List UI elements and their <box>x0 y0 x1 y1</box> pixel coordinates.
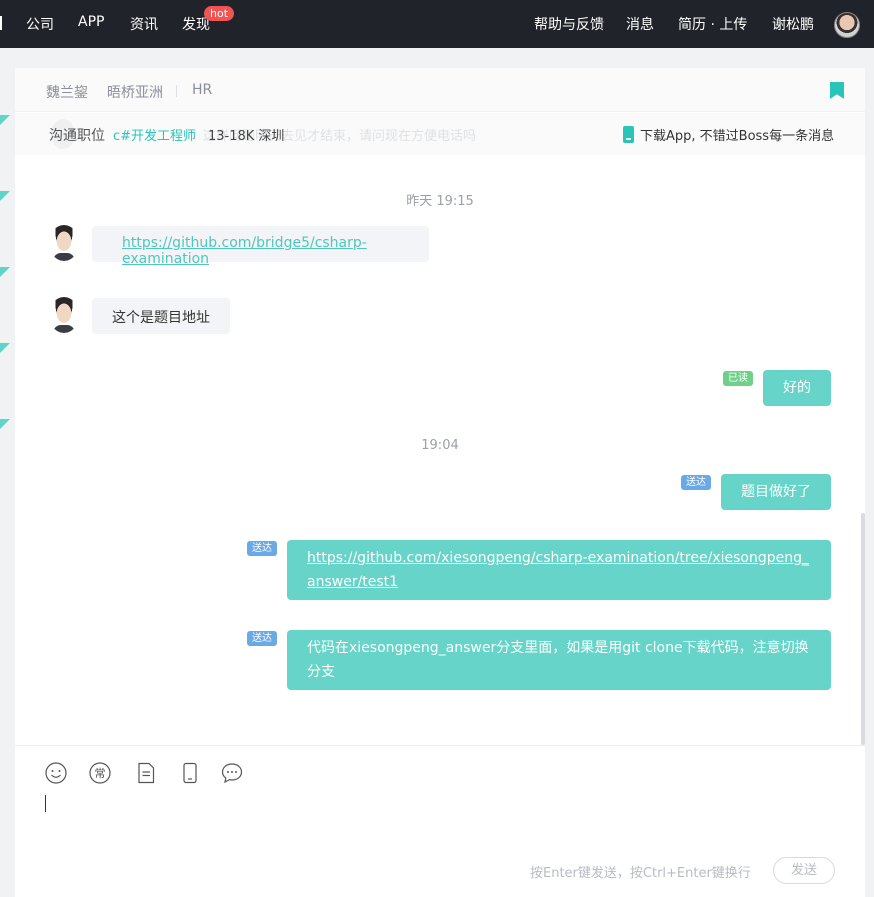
contact-avatar <box>49 225 79 261</box>
contact-role: HR <box>192 82 213 98</box>
nav-help-feedback[interactable]: 帮助与反馈 <box>534 14 604 34</box>
message-link[interactable]: https://github.com/xiesongpeng/csharp-ex… <box>307 550 809 590</box>
read-status-badge: 已读 <box>723 371 753 386</box>
nav-company[interactable]: 公司 <box>26 14 54 34</box>
conversation-list-strip <box>0 48 15 897</box>
message-text: 好的 <box>783 380 811 396</box>
chat-bubble-icon[interactable] <box>221 762 243 784</box>
message-bubble-out: 代码在xiesongpeng_answer分支里面，如果是用git clone下… <box>287 630 831 690</box>
composer-hint: 按Enter键发送，按Ctrl+Enter键换行 <box>530 866 751 881</box>
exchange-phone-icon[interactable] <box>179 762 201 784</box>
list-item-marker[interactable] <box>0 191 10 201</box>
job-salary-city: 13-18K 深圳 <box>208 129 285 144</box>
message-bubble-in: https://github.com/bridge5/csharp-examin… <box>92 226 429 267</box>
nav-news[interactable]: 资讯 <box>130 14 158 34</box>
nav-messages[interactable]: 消息 <box>626 14 654 34</box>
list-item-marker[interactable] <box>0 343 10 353</box>
message-text: 这个是题目地址 <box>112 310 210 326</box>
job-position-link[interactable]: c#开发工程师 <box>113 125 196 144</box>
message-bubble-out: https://github.com/xiesongpeng/csharp-ex… <box>287 540 831 600</box>
contact-company: 晤桥亚洲 <box>107 85 163 101</box>
common-phrases-icon[interactable]: 常 <box>89 762 111 784</box>
message-bubble-in: 这个是题目地址 <box>92 298 230 334</box>
header-divider <box>176 85 177 97</box>
message-time: 19:04 <box>421 438 459 453</box>
list-item-marker[interactable] <box>0 419 10 429</box>
message-composer: 常 按Enter键发送，按Ctrl+Enter键换行 发送 <box>15 745 865 897</box>
job-label: 沟通职位 <box>49 128 105 144</box>
hot-badge: hot <box>204 6 235 21</box>
user-avatar[interactable] <box>834 12 860 38</box>
message-text: 题目做好了 <box>741 484 811 500</box>
nav-username[interactable]: 谢松鹏 <box>772 14 814 34</box>
list-item-marker[interactable] <box>0 115 10 125</box>
message-bubble-out: 好的 <box>763 370 831 406</box>
nav-edge-fragment <box>0 16 2 30</box>
job-info-bar: 这样问题明天去见才结束，请问现在方便电话吗 沟通职位 c#开发工程师 13-18… <box>15 113 865 155</box>
top-navbar: 公司 APP 资讯 发现 hot 帮助与反馈 消息 简历 · 上传 谢松鹏 <box>0 0 874 48</box>
nav-resume-upload[interactable]: 简历 · 上传 <box>678 14 747 34</box>
contact-avatar <box>49 297 79 333</box>
message-text: 代码在xiesongpeng_answer分支里面，如果是用git clone下… <box>307 640 809 680</box>
delivered-status-badge: 送达 <box>247 631 277 646</box>
scrollbar-thumb[interactable] <box>861 513 865 745</box>
emoji-icon[interactable] <box>45 762 67 784</box>
bookmark-icon[interactable] <box>830 82 844 99</box>
chat-header: 魏兰鋆 晤桥亚洲 HR <box>15 68 865 112</box>
send-resume-icon[interactable] <box>135 762 157 784</box>
message-link[interactable]: https://github.com/bridge5/csharp-examin… <box>122 235 367 267</box>
text-input-caret[interactable] <box>45 795 46 812</box>
contact-name: 魏兰鋆 <box>46 85 88 101</box>
message-time: 昨天 19:15 <box>406 194 474 209</box>
common-phrases-glyph: 常 <box>95 767 106 780</box>
nav-app[interactable]: APP <box>78 14 104 30</box>
send-button[interactable]: 发送 <box>773 857 835 884</box>
delivered-status-badge: 送达 <box>247 541 277 556</box>
list-item-marker[interactable] <box>0 267 10 277</box>
phone-icon <box>623 126 634 143</box>
message-bubble-out: 题目做好了 <box>721 474 831 510</box>
chat-panel: 魏兰鋆 晤桥亚洲 HR 这样问题明天去见才结束，请问现在方便电话吗 沟通职位 c… <box>15 68 865 897</box>
download-app-link[interactable]: 下载App, 不错过Boss每一条消息 <box>640 125 834 144</box>
delivered-status-badge: 送达 <box>681 475 711 490</box>
